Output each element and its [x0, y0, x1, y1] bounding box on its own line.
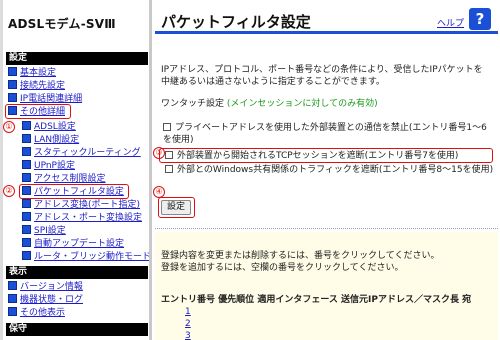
page-title: パケットフィルタ設定	[161, 13, 311, 31]
sidebar-link[interactable]: 機器状態・ログ	[20, 295, 83, 305]
col-destination: 宛	[462, 295, 472, 305]
option-label: 外部とのWindows共有関係のトラフィックを遮断(エントリ番号8～15を使用)	[177, 165, 494, 175]
sidebar-link[interactable]: ADSL設定	[34, 122, 76, 132]
help-icon[interactable]: ?	[469, 8, 491, 30]
sidebar-link[interactable]: アクセス制限設定	[34, 174, 106, 184]
sidebar-item-device-status-log[interactable]: 機器状態・ログ	[8, 294, 83, 306]
col-interface: 適用インタフェース	[257, 295, 338, 305]
product-logo: ADSLモデム-SVⅢ	[8, 17, 116, 31]
square-bullet-icon	[22, 121, 31, 130]
sidebar-link[interactable]: その他表示	[20, 308, 65, 318]
sidebar-item-basic-settings[interactable]: 基本設定	[8, 67, 56, 79]
sidebar-link[interactable]: UPnP設定	[34, 161, 75, 171]
option-row-private-address[interactable]: プライベートアドレスを使用した外部装置との通信を禁止(エントリ番号1～6を使用)	[163, 122, 493, 146]
sidebar-item-address-translation[interactable]: アドレス変換(ポート指定)	[22, 199, 140, 211]
col-priority: 優先順位	[218, 295, 255, 305]
annotation-marker-2: ②	[3, 185, 15, 197]
square-bullet-icon	[8, 80, 17, 89]
table-header: エントリ番号 優先順位 適用インタフェース 送信元IPアドレス／マスク長 宛	[161, 292, 500, 305]
square-bullet-icon	[8, 93, 17, 102]
sidebar-link[interactable]: IP電話関連詳細	[20, 94, 82, 104]
sidebar-item-adsl[interactable]: ADSL設定	[22, 121, 76, 133]
sidebar-link[interactable]: アドレス変換(ポート指定)	[34, 200, 140, 210]
col-entry-number: エントリ番号	[161, 295, 216, 305]
option-checkbox[interactable]	[163, 123, 171, 131]
square-bullet-icon	[8, 281, 17, 290]
col-source-ip: 送信元IPアドレス／マスク長	[341, 295, 459, 305]
sidebar-item-connection-settings[interactable]: 接続先設定	[8, 80, 65, 92]
sidebar-link[interactable]: 接続先設定	[20, 81, 65, 91]
sidebar-link[interactable]: SPI設定	[34, 226, 66, 236]
entry-link-3[interactable]: 3	[185, 331, 191, 340]
sidebar-link[interactable]: 基本設定	[20, 68, 56, 78]
highlight-box-set-button	[158, 197, 195, 218]
option-row-windows-sharing[interactable]: 外部とのWindows共有関係のトラフィックを遮断(エントリ番号8～15を使用)	[165, 164, 495, 176]
sidebar-item-spi[interactable]: SPI設定	[22, 225, 66, 237]
divider	[155, 228, 498, 229]
note-edit: 登録内容を変更または削除するには、番号をクリックしてください。	[161, 251, 440, 261]
section-header-settings: 設定	[6, 52, 148, 65]
entry-link-2[interactable]: 2	[185, 319, 191, 329]
square-bullet-icon	[22, 238, 31, 247]
sidebar-scroll-track[interactable]	[0, 0, 3, 340]
square-bullet-icon	[22, 199, 31, 208]
square-bullet-icon	[22, 212, 31, 221]
option-label: プライベートアドレスを使用した外部装置との通信を禁止(エントリ番号1～6を使用)	[163, 123, 487, 145]
sidebar-item-lan[interactable]: LAN側設定	[22, 134, 79, 146]
intro-text: IPアドレス、プロトコル、ポート番号などの条件により、受信したIPパケットを中継…	[161, 65, 483, 87]
square-bullet-icon	[22, 225, 31, 234]
entry-list-panel	[155, 232, 498, 340]
sidebar-item-other-display[interactable]: その他表示	[8, 307, 65, 319]
oneclick-heading: ワンタッチ設定 (メインセッションに対してのみ有効)	[161, 98, 491, 110]
sidebar-link[interactable]: アドレス・ポート変換設定	[34, 213, 142, 223]
section-header-display: 表示	[6, 266, 148, 279]
square-bullet-icon	[8, 67, 17, 76]
sidebar-item-upnp[interactable]: UPnP設定	[22, 160, 75, 172]
square-bullet-icon	[22, 160, 31, 169]
square-bullet-icon	[8, 294, 17, 303]
sidebar: ADSLモデム-SVⅢ 設定 基本設定 接続先設定 IP電話関連詳細 その他詳細…	[0, 0, 152, 340]
sidebar-link[interactable]: 自動アップデート設定	[34, 239, 124, 249]
sidebar-link[interactable]: バージョン情報	[20, 282, 83, 292]
sidebar-item-version-info[interactable]: バージョン情報	[8, 281, 83, 293]
section-header-maintenance: 保守	[6, 323, 148, 336]
entry-link-1[interactable]: 1	[185, 307, 191, 317]
highlight-box-block-tcp	[159, 148, 493, 163]
sidebar-item-auto-update[interactable]: 自動アップデート設定	[22, 238, 124, 250]
sidebar-item-address-port-translation[interactable]: アドレス・ポート変換設定	[22, 212, 142, 224]
option-checkbox[interactable]	[165, 165, 173, 173]
help-link[interactable]: ヘルプ	[437, 16, 464, 29]
square-bullet-icon	[22, 251, 31, 260]
square-bullet-icon	[8, 307, 17, 316]
annotation-marker-1: ①	[3, 121, 15, 133]
note-add: 登録を追加するには、空欄の番号をクリックしてください。	[161, 263, 404, 273]
sidebar-item-router-bridge-mode[interactable]: ルータ・ブリッジ動作モード	[22, 251, 149, 263]
oneclick-note: (メインセッションに対してのみ有効)	[226, 99, 378, 109]
highlight-box-other-details	[5, 104, 71, 119]
main-content: パケットフィルタ設定 ヘルプ ? IPアドレス、プロトコル、ポート番号などの条件…	[153, 0, 500, 340]
square-bullet-icon	[22, 134, 31, 143]
title-bar: パケットフィルタ設定 ヘルプ ?	[155, 8, 498, 34]
square-bullet-icon	[22, 147, 31, 156]
sidebar-link[interactable]: ルータ・ブリッジ動作モード	[34, 252, 149, 262]
oneclick-label: ワンタッチ設定	[161, 99, 225, 109]
highlight-box-packet-filter	[19, 184, 129, 199]
square-bullet-icon	[22, 173, 31, 182]
sidebar-item-static-routing[interactable]: スタティックルーティング	[22, 147, 141, 159]
sidebar-link[interactable]: スタティックルーティング	[34, 148, 141, 158]
sidebar-link[interactable]: LAN側設定	[34, 135, 79, 145]
